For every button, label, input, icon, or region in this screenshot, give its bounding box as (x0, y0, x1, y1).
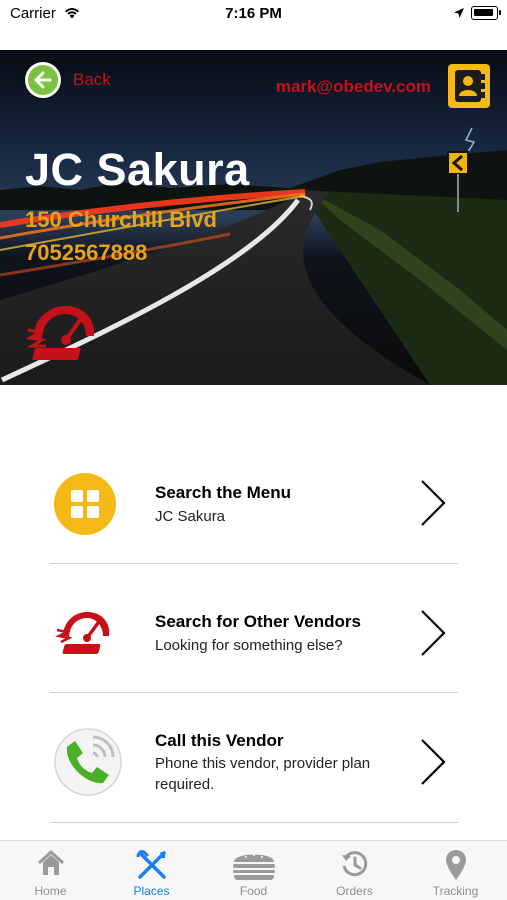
phone-call-icon (54, 728, 122, 796)
tab-bar: Home Places Food Orders Tracking (0, 840, 507, 900)
call-vendor-title: Call this Vendor (155, 731, 284, 750)
divider (50, 563, 458, 564)
divider (50, 822, 458, 823)
speed-logo-icon (26, 306, 95, 360)
back-button[interactable]: Back (25, 62, 135, 98)
back-arrow-icon (25, 62, 61, 98)
tab-tracking-label: Tracking (432, 884, 479, 898)
search-menu-title: Search the Menu (155, 483, 292, 502)
contact-book-icon (455, 70, 485, 102)
home-icon (37, 850, 64, 875)
tab-orders[interactable]: Orders (304, 841, 405, 900)
tab-home-label: Home (34, 884, 67, 898)
tab-places-label: Places (133, 884, 170, 898)
status-time: 7:16 PM (225, 5, 282, 22)
contact-book-button[interactable] (448, 64, 490, 108)
call-vendor-row[interactable]: Call this Vendor Phone this vendor, prov… (50, 727, 458, 802)
tab-food-label: Food (239, 884, 268, 898)
speed-logo-icon (55, 612, 110, 654)
burger-icon (232, 854, 275, 880)
vendor-address: 150 Churchill Blvd (25, 207, 217, 232)
vendor-hero-banner: Back mark@obedev.com JC Sakura 150 Churc… (0, 50, 507, 385)
chevron-right-icon (421, 610, 446, 656)
user-email: mark@obedev.com (275, 77, 431, 96)
fork-knife-icon (136, 850, 166, 879)
status-bar: Carrier 7:16 PM (0, 0, 507, 50)
tab-tracking[interactable]: Tracking (405, 841, 506, 900)
search-vendors-subtitle: Looking for something else? (155, 637, 343, 654)
back-label: Back (73, 70, 111, 89)
chevron-right-icon (421, 739, 446, 785)
search-vendors-row[interactable]: Search for Other Vendors Looking for som… (50, 600, 458, 670)
battery-icon (471, 6, 501, 20)
tab-orders-label: Orders (336, 884, 373, 898)
search-vendors-title: Search for Other Vendors (155, 612, 361, 631)
vendor-phone: 7052567888 (25, 240, 148, 265)
history-icon (341, 851, 367, 877)
search-menu-row[interactable]: Search the Menu JC Sakura (50, 470, 458, 540)
chevron-right-icon (421, 480, 446, 526)
location-arrow-icon (454, 8, 464, 18)
divider (50, 692, 458, 693)
tab-food[interactable]: Food (203, 841, 304, 900)
vendor-name: JC Sakura (25, 144, 250, 195)
tab-places[interactable]: Places (101, 841, 202, 900)
tab-home[interactable]: Home (0, 841, 101, 900)
call-vendor-subtitle: Phone this vendor, provider plan require… (155, 755, 371, 793)
map-pin-icon (445, 850, 466, 880)
search-menu-subtitle: JC Sakura (155, 508, 226, 525)
menu-grid-icon (54, 473, 116, 535)
